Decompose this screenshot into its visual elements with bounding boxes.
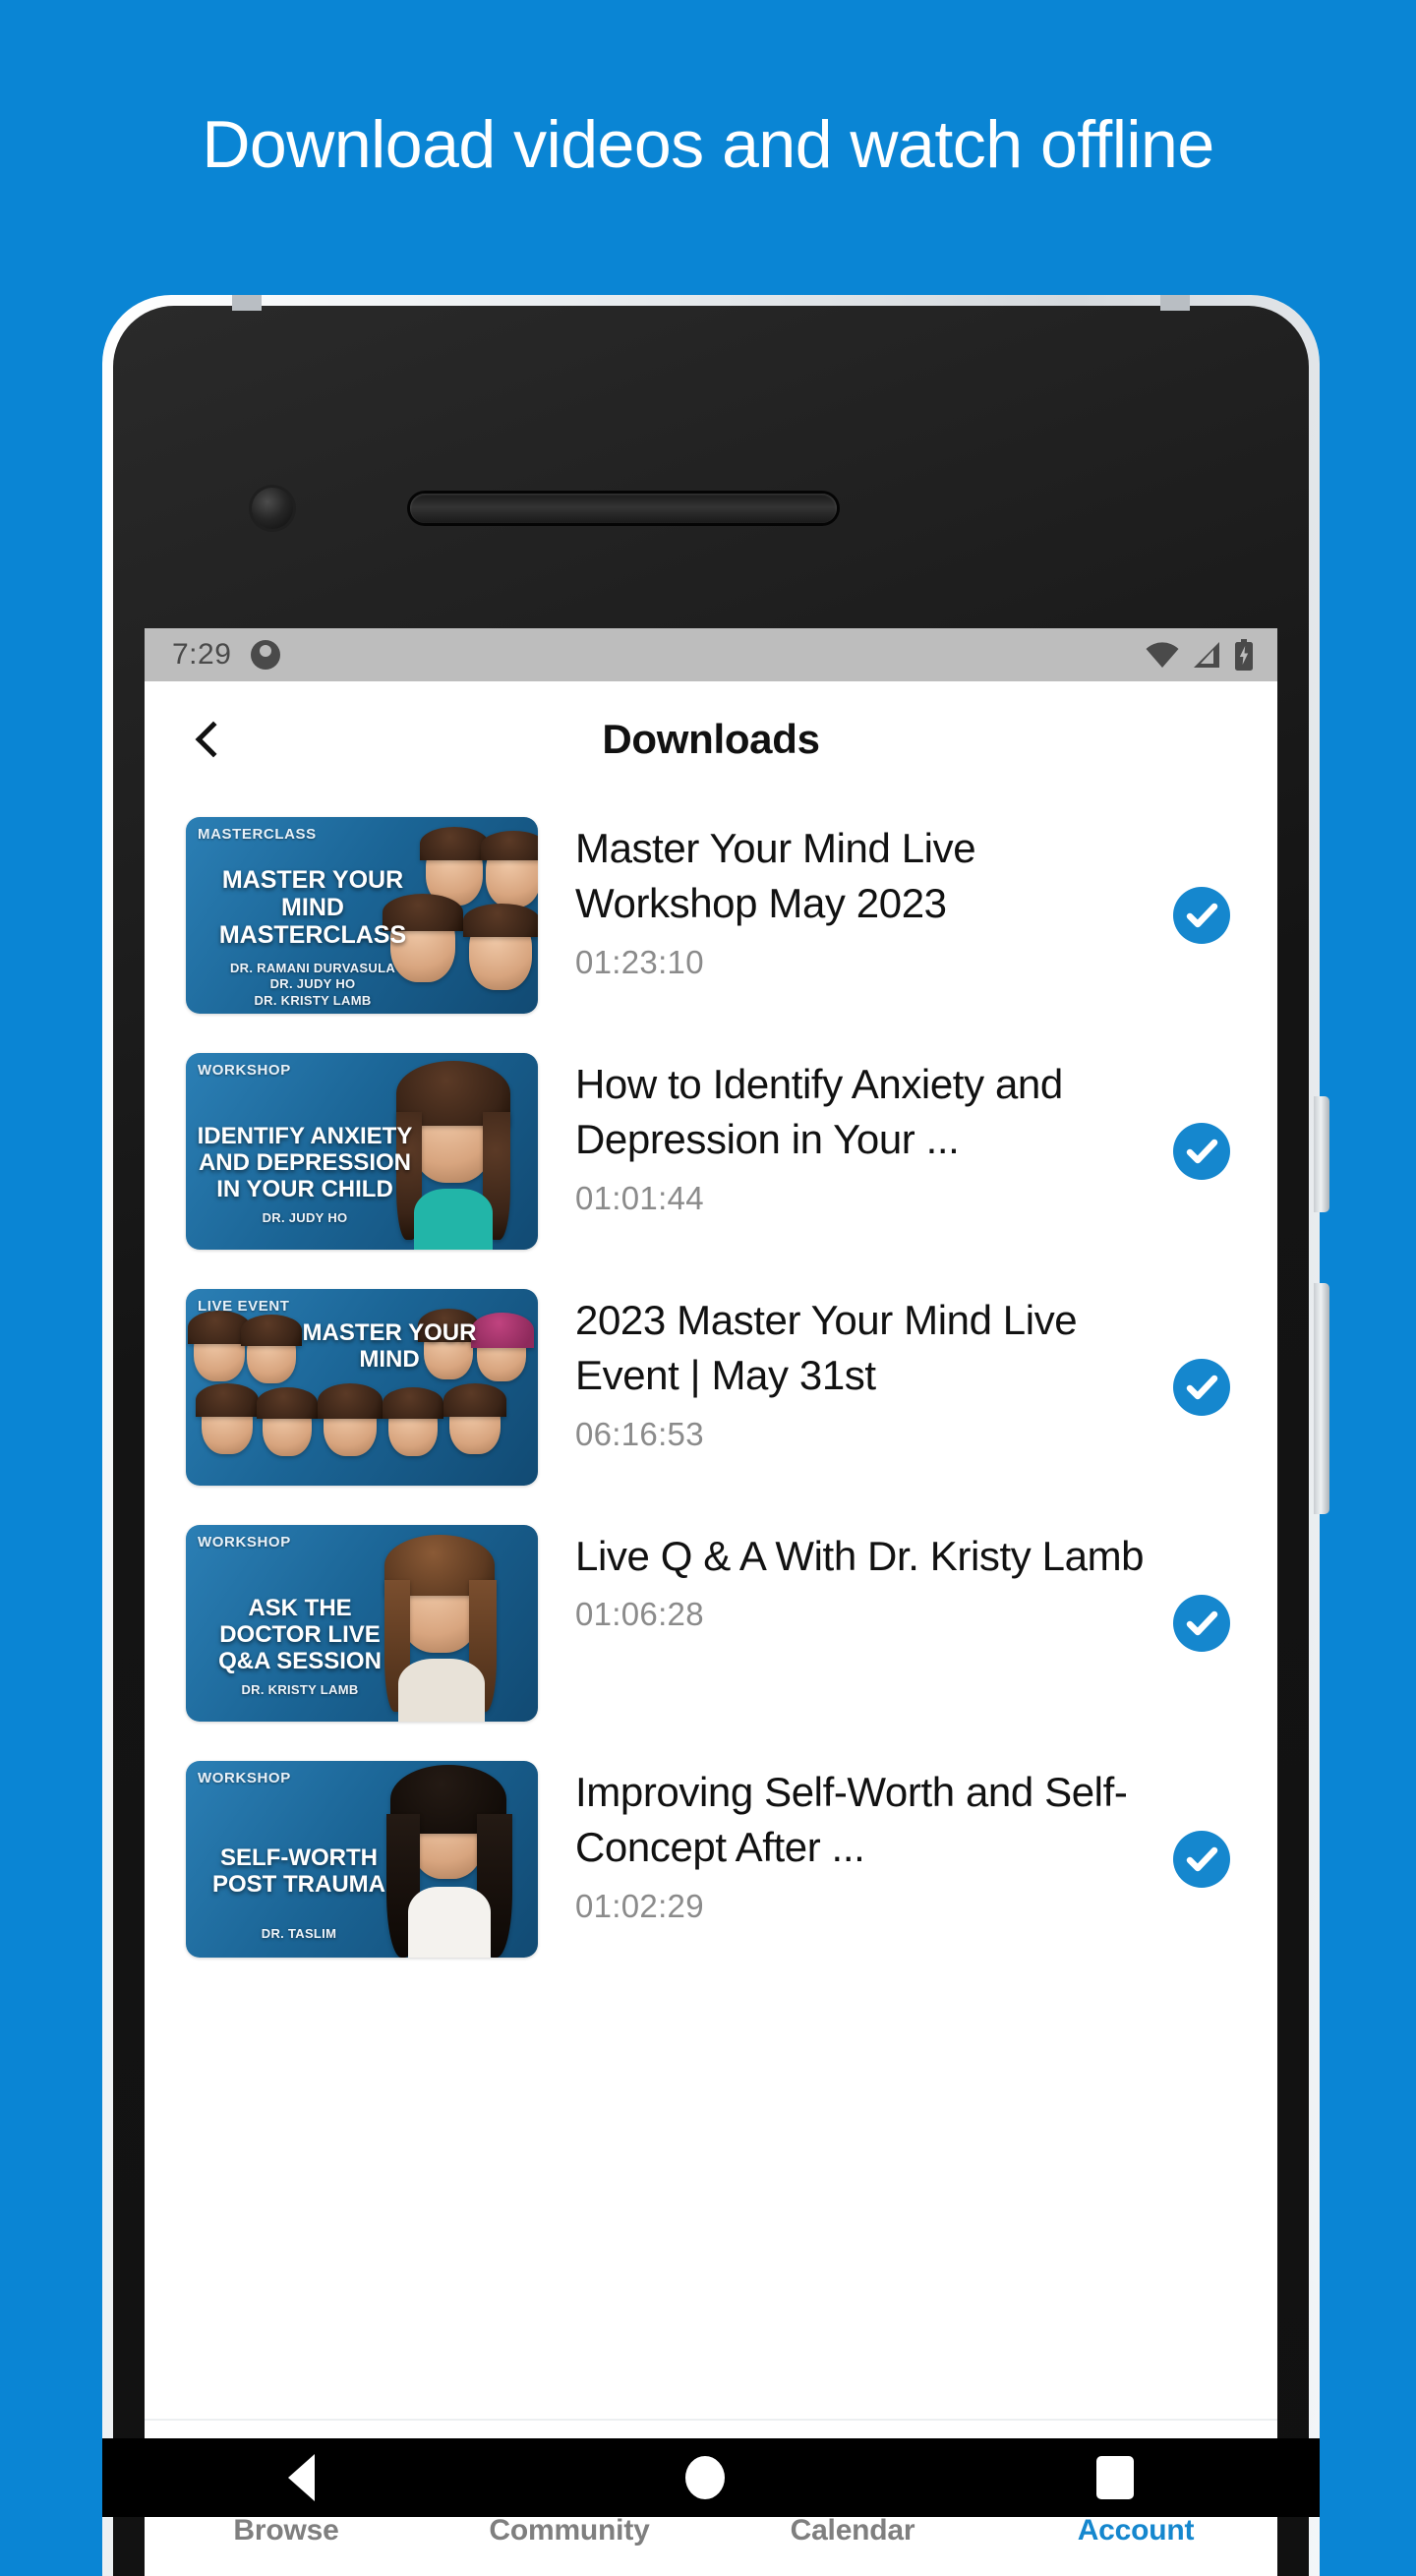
- download-item-duration: 01:01:44: [575, 1179, 704, 1216]
- thumbnail-faces: [186, 1289, 538, 1486]
- download-list-item[interactable]: WORKSHOP IDENTIFY ANXIETY AND DEPRESSION…: [145, 1033, 1277, 1269]
- nav-label-browse: Browse: [233, 2514, 339, 2547]
- promo-headline: Download videos and watch offline: [202, 107, 1214, 182]
- download-item-text: Master Your Mind Live Workshop May 2023 …: [538, 817, 1155, 981]
- download-list-item[interactable]: WORKSHOP SELF-WORTH POST TRAUMA DR. TASL…: [145, 1741, 1277, 1977]
- thumbnail-byline: DR. TASLIM: [261, 1926, 337, 1941]
- nav-label-account: Account: [1077, 2514, 1195, 2547]
- wifi-icon: [1146, 642, 1179, 668]
- nav-label-community: Community: [489, 2514, 650, 2547]
- check-circle-icon[interactable]: [1173, 887, 1230, 944]
- download-list-item[interactable]: MASTERCLASS MASTER YOUR MIND MASTERCLASS…: [145, 797, 1277, 1033]
- thumbnail-tag: WORKSHOP: [198, 1770, 291, 1786]
- back-button[interactable]: [160, 690, 259, 789]
- thumbnail-tag: WORKSHOP: [198, 1062, 291, 1079]
- thumbnail-tag: WORKSHOP: [198, 1534, 291, 1551]
- downloads-list: MASTERCLASS MASTER YOUR MIND MASTERCLASS…: [145, 797, 1277, 1977]
- download-item-text: 2023 Master Your Mind Live Event | May 3…: [538, 1289, 1155, 1453]
- thumbnail-headline: SELF-WORTH POST TRAUMA: [212, 1844, 385, 1898]
- thumbnail-headline: MASTER YOUR MIND: [302, 1319, 477, 1373]
- video-thumbnail[interactable]: MASTERCLASS MASTER YOUR MIND MASTERCLASS…: [186, 817, 538, 1014]
- video-thumbnail[interactable]: WORKSHOP SELF-WORTH POST TRAUMA DR. TASL…: [186, 1761, 538, 1958]
- phone-screen: 7:29 Downloads MASTERCLASS MASTER YOUR M…: [145, 628, 1277, 2576]
- download-item-duration: 01:23:10: [575, 943, 704, 980]
- download-item-text: How to Identify Anxiety and Depression i…: [538, 1053, 1155, 1217]
- thumbnail-tag: MASTERCLASS: [198, 826, 317, 843]
- download-list-item[interactable]: WORKSHOP ASK THE DOCTOR LIVE Q&A SESSION…: [145, 1505, 1277, 1741]
- check-circle-icon[interactable]: [1173, 1123, 1230, 1180]
- download-item-duration: 01:02:29: [575, 1887, 704, 1924]
- thumbnail-headline: MASTER YOUR MIND MASTERCLASS: [218, 866, 407, 949]
- thumbnail-headline: IDENTIFY ANXIETY AND DEPRESSION IN YOUR …: [197, 1123, 413, 1202]
- cellular-signal-icon: [1194, 642, 1219, 668]
- status-bar-time: 7:29: [172, 638, 232, 671]
- video-thumbnail[interactable]: LIVE EVENT MASTER YOUR MIND: [186, 1289, 538, 1486]
- app-bar: Downloads: [145, 681, 1277, 797]
- download-item-duration: 01:06:28: [575, 1596, 704, 1633]
- android-home-icon[interactable]: [685, 2456, 726, 2499]
- android-back-icon[interactable]: [287, 2454, 315, 2501]
- status-bar-icons: [1146, 639, 1254, 671]
- page-title: Downloads: [602, 716, 820, 762]
- status-bar: 7:29: [145, 628, 1277, 681]
- download-item-text: Live Q & A With Dr. Kristy Lamb 01:06:28: [538, 1525, 1155, 1633]
- frame-notch-left: [232, 295, 262, 311]
- download-item-duration: 06:16:53: [575, 1415, 704, 1452]
- check-circle-icon[interactable]: [1173, 1359, 1230, 1416]
- nav-label-calendar: Calendar: [790, 2514, 915, 2547]
- download-item-text: Improving Self-Worth and Self-Concept Af…: [538, 1761, 1155, 1925]
- thumbnail-byline: DR. RAMANI DURVASULA DR. JUDY HO DR. KRI…: [229, 961, 396, 1008]
- phone-mockup: 7:29 Downloads MASTERCLASS MASTER YOUR M…: [102, 295, 1329, 2576]
- download-item-title: Live Q & A With Dr. Kristy Lamb: [575, 1533, 1145, 1579]
- earpiece-speaker: [410, 494, 837, 523]
- chevron-left-icon: [195, 721, 232, 758]
- thumbnail-byline: DR. JUDY HO: [262, 1210, 348, 1225]
- check-circle-icon[interactable]: [1173, 1831, 1230, 1888]
- check-circle-icon[interactable]: [1173, 1595, 1230, 1652]
- download-item-title: How to Identify Anxiety and Depression i…: [575, 1061, 1063, 1163]
- download-item-title: Improving Self-Worth and Self-Concept Af…: [575, 1769, 1128, 1871]
- video-thumbnail[interactable]: WORKSHOP IDENTIFY ANXIETY AND DEPRESSION…: [186, 1053, 538, 1250]
- front-camera-icon: [252, 488, 293, 529]
- thumbnail-tag: LIVE EVENT: [198, 1298, 290, 1315]
- thumbnail-byline: DR. KRISTY LAMB: [241, 1682, 359, 1697]
- frame-notch-right: [1160, 295, 1190, 311]
- download-list-item[interactable]: LIVE EVENT MASTER YOUR MIND 2023 Master …: [145, 1269, 1277, 1505]
- download-item-title: Master Your Mind Live Workshop May 2023: [575, 825, 976, 927]
- volume-button[interactable]: [1314, 1283, 1329, 1514]
- download-item-title: 2023 Master Your Mind Live Event | May 3…: [575, 1297, 1078, 1399]
- thumbnail-headline: ASK THE DOCTOR LIVE Q&A SESSION: [218, 1595, 382, 1674]
- android-recents-icon[interactable]: [1096, 2456, 1135, 2499]
- notification-dot-icon: [251, 640, 281, 670]
- battery-charging-icon: [1235, 639, 1253, 671]
- android-system-nav: [102, 2438, 1320, 2517]
- video-thumbnail[interactable]: WORKSHOP ASK THE DOCTOR LIVE Q&A SESSION…: [186, 1525, 538, 1722]
- power-button[interactable]: [1314, 1096, 1329, 1212]
